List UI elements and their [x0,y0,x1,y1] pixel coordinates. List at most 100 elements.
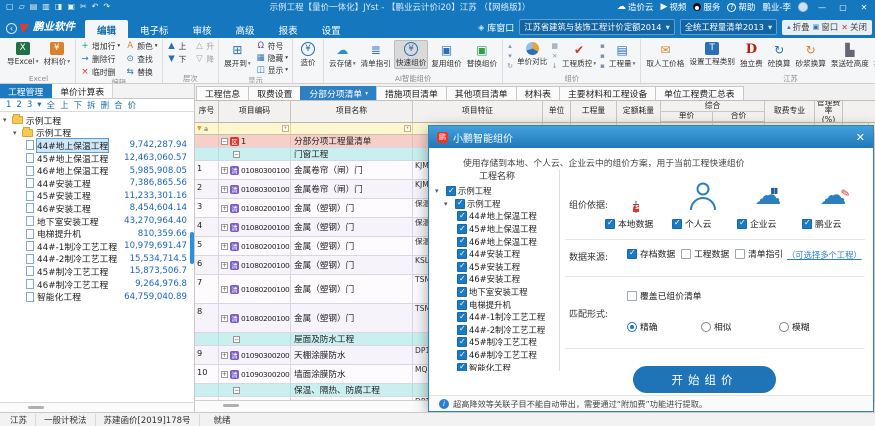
project-checkbox[interactable] [457,262,467,272]
ribbon-tab-报表[interactable]: 报表 [267,20,310,38]
tree-item-44#-2制冷工艺工程[interactable]: 44#-2制冷工艺工程15,534,714.5 [0,253,194,266]
tree-item-44#安装工程[interactable]: 44#安装工程7,386,865.56 [0,177,194,190]
col-unit-price[interactable]: 单价 [661,112,713,123]
expand-icon[interactable]: + [221,315,228,322]
archive-data-checkbox[interactable] [627,249,637,259]
project-checkbox[interactable] [457,237,467,247]
quota-standard-dropdown[interactable]: 江苏省建筑与装饰工程计价定额2014▾ [519,19,674,35]
minimize-button[interactable]: — [815,3,829,12]
overwrite-checkbox[interactable] [627,291,637,301]
sidebar-tab-工程管理[interactable]: 工程管理 [0,84,52,98]
tree-item-智能化工程[interactable]: 智能化工程64,759,040.89 [0,290,194,303]
open-folder-icon[interactable]: ▱ [19,1,25,13]
scrollbar-thumb[interactable] [223,404,239,407]
collapse-icon[interactable]: − [233,387,240,394]
sidebar-tool-2[interactable]: 2 [16,100,21,110]
ribbon-button-设置工程类别[interactable]: T设置工程类别 [687,40,737,67]
col-quantity[interactable]: 工程量 [571,101,617,122]
tree-root[interactable]: ▾示例工程 [0,114,194,127]
close-document-button[interactable]: ✕关闭 [841,21,867,33]
ribbon-tab-设置[interactable]: 设置 [310,20,353,38]
list-standard-dropdown[interactable]: 全统工程量清单2013▾ [680,19,777,35]
dialog-tree-sub[interactable]: ▾示例工程 [435,198,559,211]
ribbon-button-独立费[interactable]: D独立费 [738,40,765,69]
cut-icon[interactable]: ✂ [80,1,87,13]
ribbon-button-砂浆换算[interactable]: ↻砂浆换算 [794,40,828,69]
tree-item-46#安装工程[interactable]: 46#安装工程8,454,604.14 [0,202,194,215]
personal-cloud-checkbox[interactable] [672,219,682,229]
project-checkbox[interactable] [457,312,467,322]
tab-分部分项清单[interactable]: 分部分项清单▾ [300,86,377,100]
sidebar-tool-拆[interactable]: 拆 [87,99,96,111]
project-checkbox[interactable] [457,287,467,297]
list-guide-checkbox[interactable] [735,249,745,259]
tree-item-地下室安装工程[interactable]: 地下室安装工程43,270,964.40 [0,215,194,228]
sidebar-vertical-scrollbar[interactable] [190,232,194,264]
dialog-tree-item-46#制冷工艺工程[interactable]: 46#制冷工艺工程 [435,349,559,362]
dialog-tree-item-智能化工程[interactable]: 智能化工程 [435,361,559,371]
pengye-cloud-checkbox[interactable] [802,219,812,229]
ribbon-button-导Excel[interactable]: X导Excel▾ [5,40,40,67]
sidebar-tool-1[interactable]: 1 [6,100,11,110]
ribbon-button-删除行[interactable]: →删除行 [79,53,121,65]
tree-item-45#制冷工艺工程[interactable]: 45#制冷工艺工程15,873,506.7 [0,265,194,278]
dialog-tree-item-45#制冷工艺工程[interactable]: 45#制冷工艺工程 [435,336,559,349]
col-unit[interactable]: 单位 [543,101,571,122]
expand-icon[interactable]: + [221,286,228,293]
ribbon-button-替换组价[interactable]: ▣替换组价 [465,40,499,69]
project-checkbox[interactable] [446,186,456,196]
dialog-tree-item-44#-1制冷工艺工程[interactable]: 44#-1制冷工艺工程 [435,311,559,324]
project-checkbox[interactable] [455,199,465,209]
tree-item-46#地上保温工程[interactable]: 46#地上保温工程5,985,908.05 [0,164,194,177]
ribbon-button-单价对比[interactable]: 单价对比 [515,40,549,67]
col-quota-usage[interactable]: 定额耗量 [617,101,661,122]
project-checkbox[interactable] [457,300,467,310]
project-data-checkbox[interactable] [681,249,691,259]
collapse-icon[interactable]: − [233,336,240,343]
ribbon-button-工程质控[interactable]: ✔工程质控▾ [560,40,598,69]
ribbon-button-取人工价格[interactable]: ✉取人工价格 [644,40,686,69]
ribbon-button-展开到[interactable]: ⊞展开到▾ [222,40,253,69]
tab-其他项目清单[interactable]: 其他项目清单 [446,86,517,100]
local-data-checkbox[interactable] [605,219,615,229]
tree-item-44#地上保温工程[interactable]: 44#地上保温工程9,742,287.94 [0,139,194,152]
sidebar-tool-价[interactable]: 价 [128,99,137,111]
similar-radio[interactable] [701,322,711,332]
ribbon-tab-高级[interactable]: 高级 [224,20,267,38]
save-as-icon[interactable]: ▥ [42,1,50,13]
price-cloud-button[interactable]: ☁造价云 [617,1,654,13]
close-button[interactable]: ✕ [857,3,871,12]
sidebar-tool-删[interactable]: 删 [101,99,110,111]
expand-icon[interactable]: + [221,224,228,231]
col-item-feature[interactable]: 项目特征 [413,101,543,122]
maximize-button[interactable]: ▢ [836,3,850,12]
ribbon-button-符号[interactable]: Ω符号 [255,40,289,52]
col-serial[interactable]: 序号 [195,101,219,122]
library-window-button[interactable]: ◈库窗口 [478,21,514,34]
filter-cell[interactable]: ▼a [195,123,219,134]
project-checkbox[interactable] [457,325,467,335]
window-button[interactable]: ▣窗口 [813,21,839,33]
enterprise-cloud-checkbox[interactable] [737,219,747,229]
tree-item-44#-1制冷工艺工程[interactable]: 44#-1制冷工艺工程10,979,691.47 [0,240,194,253]
tab-工程信息[interactable]: 工程信息 [196,86,249,100]
tree-item-45#安装工程[interactable]: 45#安装工程11,233,301.16 [0,190,194,203]
back-icon[interactable]: ‹ [6,23,17,34]
tree-sub[interactable]: ▾示例工程 [0,127,194,140]
ribbon-button-颜色[interactable]: A颜色▾ [124,40,158,52]
dialog-tree-item-电梯提升机[interactable]: 电梯提升机 [435,298,559,311]
ribbon-tab-电子标[interactable]: 电子标 [128,20,181,38]
tab-材料表[interactable]: 材料表 [516,86,560,100]
help-button[interactable]: ?帮助 [727,1,755,13]
project-checkbox[interactable] [457,350,467,360]
ribbon-button-显示[interactable]: ◫显示▾ [255,64,289,76]
tab-主要材料和工程设备[interactable]: 主要材料和工程设备 [559,86,656,100]
tab-措施项目清单[interactable]: 措施项目清单 [376,86,447,100]
tree-item-46#制冷工艺工程[interactable]: 46#制冷工艺工程9,264,976.8 [0,278,194,291]
project-checkbox[interactable] [457,224,467,234]
sidebar-tool-上[interactable]: 上 [60,99,69,111]
collapse-icon[interactable]: − [233,151,240,158]
col-management-rate[interactable]: 管理费率(%) [815,101,843,122]
expand-icon[interactable]: + [221,167,228,174]
filter-cell[interactable]: ▾ [291,123,413,134]
